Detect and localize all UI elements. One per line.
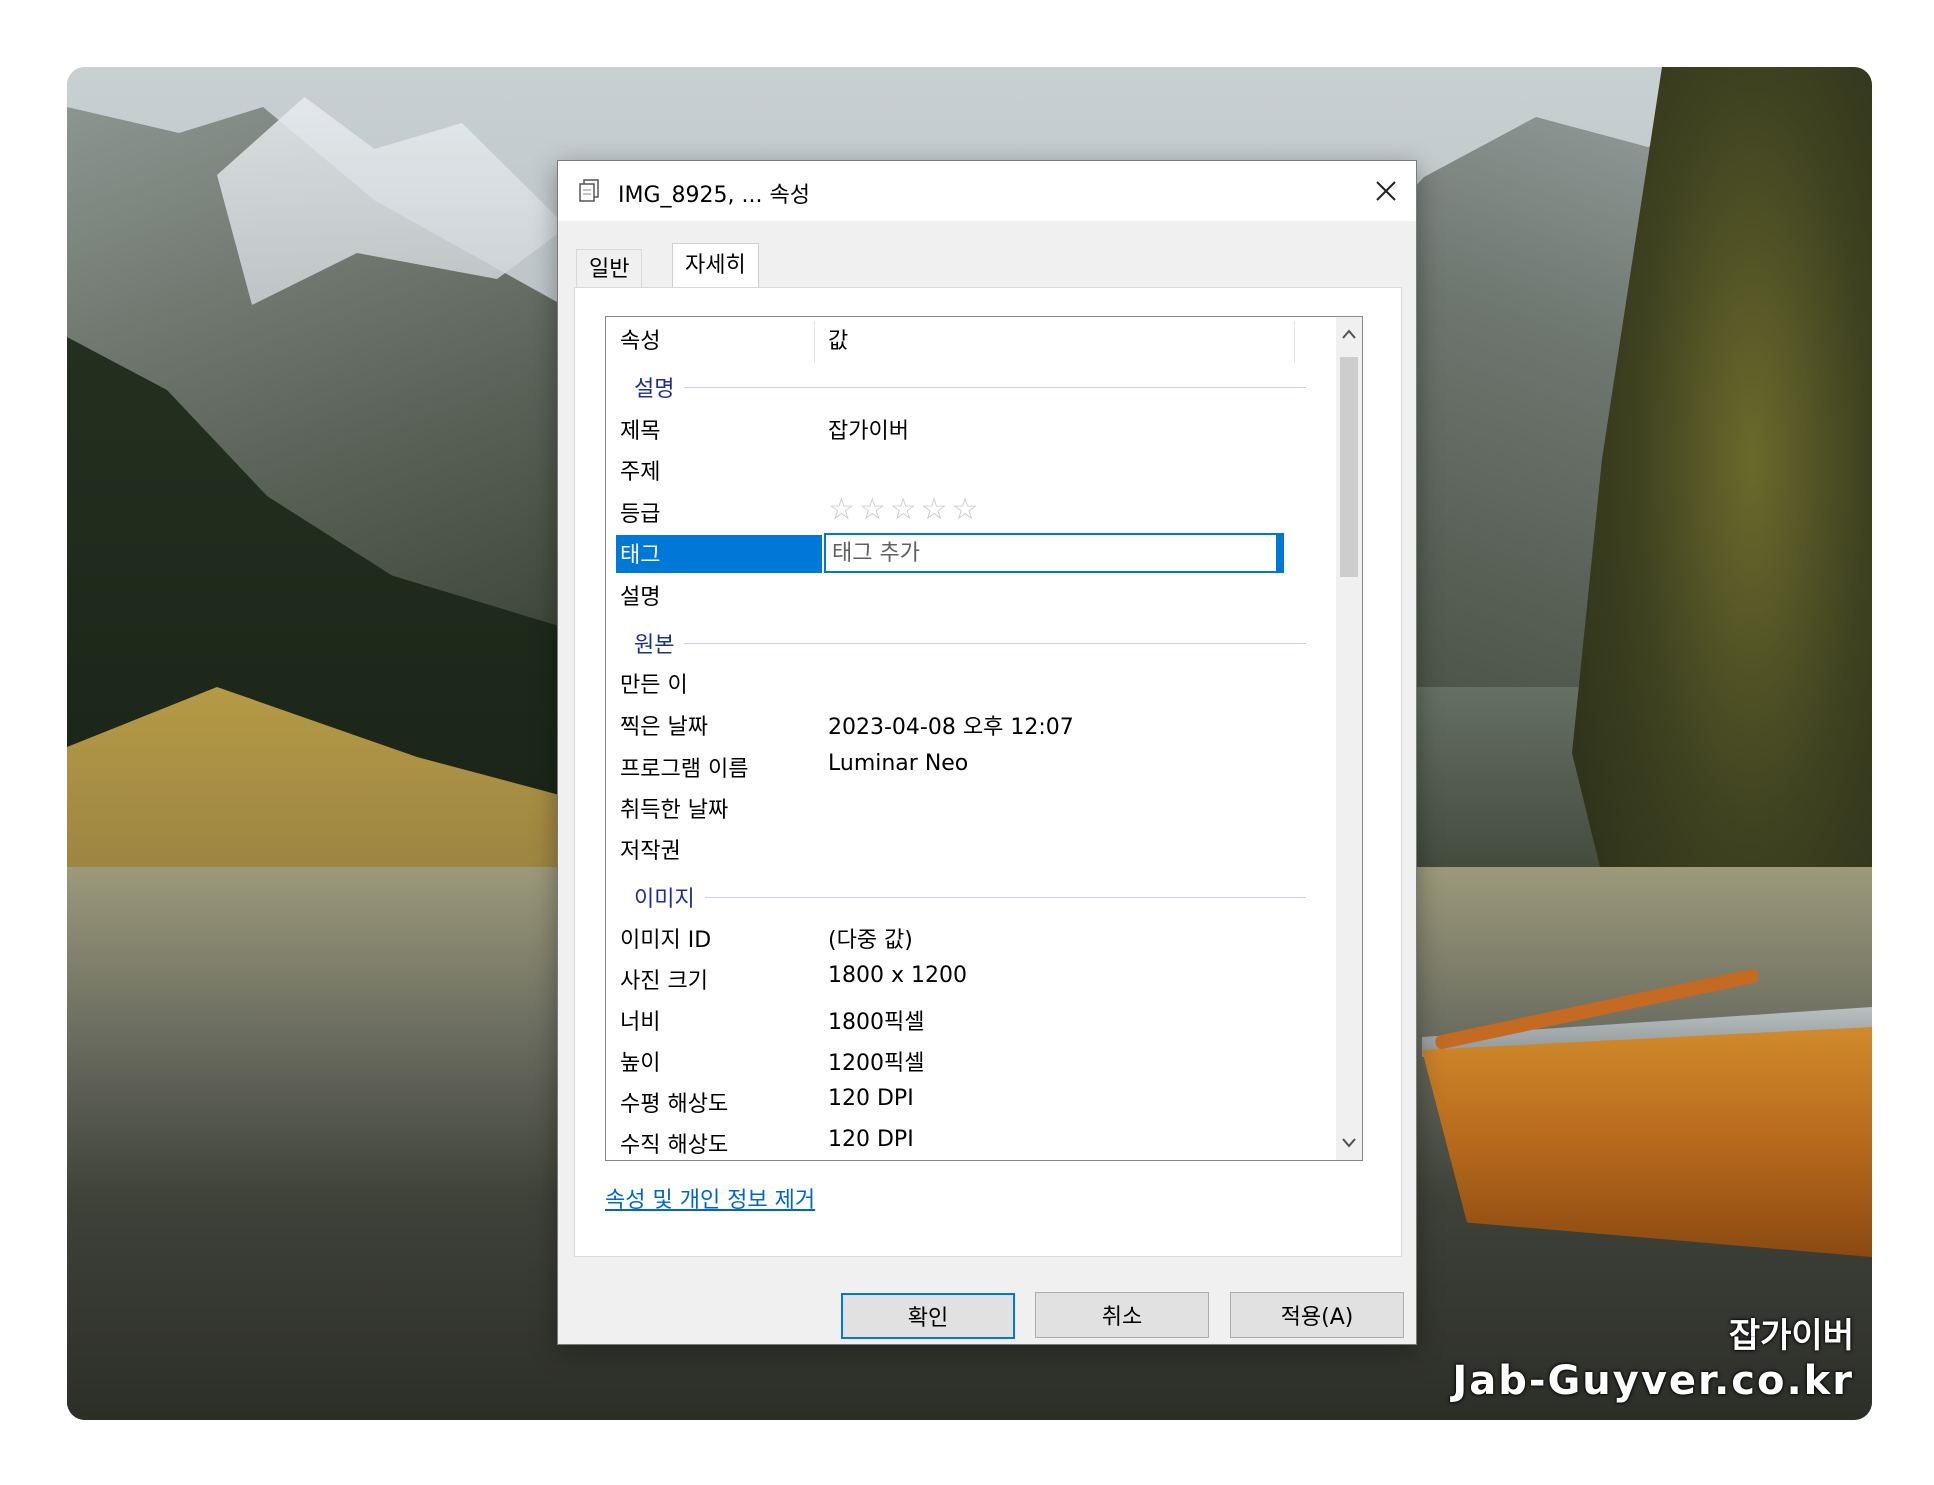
close-icon <box>1376 181 1396 201</box>
row-image-id[interactable]: 이미지 ID (다중 값) <box>606 918 1306 959</box>
photo-boat <box>1422 1027 1872 1257</box>
property-name: 프로그램 이름 <box>620 757 749 782</box>
watermark: 잡가이버 Jab-Guyver.co.kr <box>1452 1315 1854 1405</box>
column-divider[interactable] <box>1294 321 1295 363</box>
property-value[interactable]: 1200픽셀 <box>828 1045 924 1077</box>
window-title: IMG_8925, ... 속성 <box>618 183 810 208</box>
scroll-thumb[interactable] <box>1340 357 1358 577</box>
row-comments[interactable]: 설명 <box>606 575 1306 616</box>
tab-general[interactable]: 일반 <box>576 249 643 288</box>
property-list[interactable]: 속성 값 설명 제목 잡가이버 주제 등급 ☆☆☆☆☆ 태그 태그 추가 설명 … <box>605 316 1363 1161</box>
apply-button[interactable]: 적용(A) <box>1230 1292 1404 1338</box>
property-value[interactable]: (다중 값) <box>828 922 913 954</box>
property-name: 너비 <box>620 1010 661 1035</box>
row-tags[interactable]: 태그 <box>606 533 1306 574</box>
property-name: 찍은 날짜 <box>620 715 708 740</box>
close-button[interactable] <box>1356 161 1416 221</box>
property-name: 제목 <box>620 419 661 444</box>
property-name: 태그 <box>620 543 661 568</box>
watermark-line2: Jab-Guyver.co.kr <box>1452 1358 1854 1404</box>
property-name: 높이 <box>620 1051 661 1076</box>
list-header: 속성 값 <box>606 317 1336 367</box>
row-copyright[interactable]: 저작권 <box>606 829 1306 870</box>
vertical-scrollbar[interactable] <box>1336 317 1362 1160</box>
group-label: 이미지 <box>634 881 705 913</box>
chevron-up-icon <box>1342 329 1356 339</box>
watermark-line1: 잡가이버 <box>1728 1316 1854 1356</box>
group-label: 설명 <box>634 371 685 403</box>
property-value[interactable]: 120 DPI <box>828 1127 914 1152</box>
row-height[interactable]: 높이 1200픽셀 <box>606 1041 1306 1082</box>
group-label: 원본 <box>634 627 685 659</box>
tab-details[interactable]: 자세히 <box>672 243 759 290</box>
row-authors[interactable]: 만든 이 <box>606 663 1306 704</box>
title-bar[interactable]: IMG_8925, ... 속성 <box>558 161 1416 221</box>
property-name: 취득한 날짜 <box>620 798 729 823</box>
property-name: 저작권 <box>620 839 681 864</box>
property-name: 만든 이 <box>620 673 688 698</box>
group-origin: 원본 <box>606 623 1306 663</box>
chevron-down-icon <box>1342 1138 1356 1148</box>
property-name: 등급 <box>620 502 661 527</box>
group-divider <box>634 897 1306 898</box>
row-vertical-resolution[interactable]: 수직 해상도 120 DPI <box>606 1123 1306 1160</box>
details-panel: 속성 값 설명 제목 잡가이버 주제 등급 ☆☆☆☆☆ 태그 태그 추가 설명 … <box>574 287 1402 1257</box>
row-title[interactable]: 제목 잡가이버 <box>606 409 1306 450</box>
property-value[interactable]: Luminar Neo <box>828 751 968 776</box>
row-rating[interactable]: 등급 ☆☆☆☆☆ <box>606 492 1306 533</box>
property-name: 주제 <box>620 460 661 485</box>
column-header-value[interactable]: 값 <box>828 317 848 367</box>
property-name: 사진 크기 <box>620 969 708 994</box>
property-value[interactable]: 1800픽셀 <box>828 1004 924 1036</box>
remove-properties-link[interactable]: 속성 및 개인 정보 제거 <box>605 1182 815 1214</box>
row-horizontal-resolution[interactable]: 수평 해상도 120 DPI <box>606 1082 1306 1123</box>
row-program[interactable]: 프로그램 이름 Luminar Neo <box>606 747 1306 788</box>
row-date-acquired[interactable]: 취득한 날짜 <box>606 788 1306 829</box>
column-divider[interactable] <box>814 321 815 363</box>
file-copy-icon <box>578 179 600 203</box>
properties-dialog: IMG_8925, ... 속성 일반 자세히 속성 값 설명 제목 잡가이버 … <box>557 160 1417 1345</box>
ok-button[interactable]: 확인 <box>841 1293 1015 1339</box>
scroll-down-button[interactable] <box>1336 1126 1362 1160</box>
property-name: 수직 해상도 <box>620 1133 729 1158</box>
row-subject[interactable]: 주제 <box>606 450 1306 491</box>
rating-stars[interactable]: ☆☆☆☆☆ <box>828 492 982 527</box>
cancel-button[interactable]: 취소 <box>1035 1292 1209 1338</box>
group-divider <box>634 643 1306 644</box>
property-name: 수평 해상도 <box>620 1092 729 1117</box>
row-date-taken[interactable]: 찍은 날짜 2023-04-08 오후 12:07 <box>606 705 1306 746</box>
row-dimensions[interactable]: 사진 크기 1800 x 1200 <box>606 959 1306 1000</box>
scroll-up-button[interactable] <box>1336 317 1362 351</box>
property-value[interactable]: 120 DPI <box>828 1086 914 1111</box>
property-value[interactable]: 2023-04-08 오후 12:07 <box>828 709 1074 741</box>
group-description: 설명 <box>606 367 1306 407</box>
property-name: 이미지 ID <box>620 928 712 953</box>
column-header-property[interactable]: 속성 <box>620 317 660 367</box>
property-value[interactable]: 잡가이버 <box>828 413 909 445</box>
tag-input[interactable] <box>824 533 1284 573</box>
group-divider <box>634 387 1306 388</box>
row-width[interactable]: 너비 1800픽셀 <box>606 1000 1306 1041</box>
property-name: 설명 <box>620 585 661 610</box>
property-value[interactable]: 1800 x 1200 <box>828 963 967 988</box>
group-image: 이미지 <box>606 877 1306 917</box>
